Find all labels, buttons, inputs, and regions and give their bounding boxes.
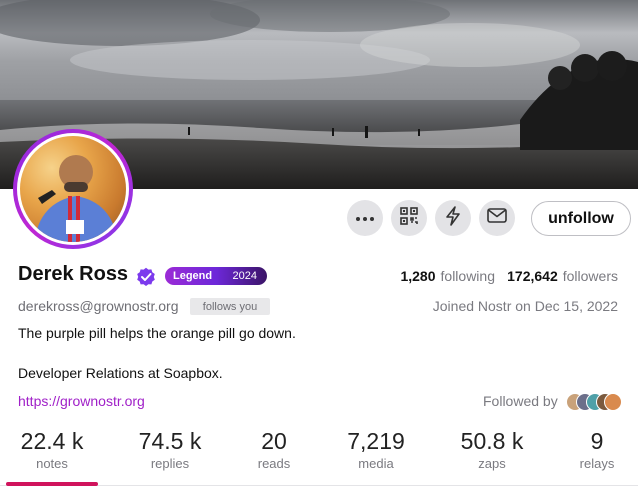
following-number: 1,280 [400, 268, 436, 284]
profile-name: Derek Ross [18, 263, 129, 285]
lightning-icon [445, 205, 461, 231]
legend-badge-year: 2024 [232, 270, 257, 282]
tab-zaps[interactable]: 50.8 k zaps [447, 428, 537, 471]
stat-value: 50.8 k [460, 428, 524, 454]
tab-notes[interactable]: 22.4 k notes [7, 428, 97, 471]
stat-label: replies [150, 456, 190, 471]
nip05-address: derekross@grownostr.org [18, 298, 179, 314]
message-button[interactable] [479, 200, 515, 236]
zap-button[interactable] [435, 200, 471, 236]
followers-number: 172,642 [507, 268, 558, 284]
stat-label: media [358, 456, 394, 471]
active-tab-indicator [6, 482, 98, 486]
tab-reads[interactable]: 20 reads [229, 428, 319, 471]
stat-value: 22.4 k [20, 428, 84, 454]
tab-media[interactable]: 7,219 media [331, 428, 421, 471]
avatar-frame [17, 133, 129, 245]
bio-line-1: The purple pill helps the orange pill go… [18, 325, 296, 341]
stat-value: 7,219 [347, 428, 405, 454]
stat-label: relays [579, 456, 615, 471]
legend-badge-label: Legend [173, 270, 213, 282]
followers-label: followers [562, 268, 618, 284]
avatar-image [20, 136, 126, 242]
joined-date: Joined Nostr on Dec 15, 2022 [432, 298, 618, 314]
stat-label: notes [36, 456, 68, 471]
qr-code-button[interactable] [391, 200, 427, 236]
following-label: following [440, 268, 495, 284]
profile-stats-tabs: 22.4 k notes 74.5 k replies 20 reads 7,2… [0, 428, 638, 484]
stat-value: 20 [261, 428, 287, 454]
stat-value: 9 [590, 428, 604, 454]
mutual-avatar [604, 393, 622, 411]
tab-relays[interactable]: 9 relays [552, 428, 638, 471]
bio-line-2: Developer Relations at Soapbox. [18, 365, 223, 381]
tab-replies[interactable]: 74.5 k replies [125, 428, 215, 471]
legend-badge[interactable]: Legend 2024 [165, 267, 267, 285]
more-button[interactable] [347, 200, 383, 236]
followed-by-label[interactable]: Followed by [483, 393, 558, 409]
followed-by-avatars[interactable] [566, 393, 622, 411]
ellipsis-icon [355, 209, 375, 227]
profile-avatar[interactable] [13, 129, 133, 249]
followers-count[interactable]: 172,642 followers [507, 268, 618, 284]
website-link[interactable]: https://grownostr.org [18, 393, 145, 409]
verified-badge-icon [136, 267, 156, 287]
stat-value: 74.5 k [138, 428, 202, 454]
follows-you-badge: follows you [190, 298, 270, 315]
qr-code-icon [400, 206, 418, 230]
stat-label: zaps [478, 456, 506, 471]
envelope-icon [487, 208, 507, 228]
following-count[interactable]: 1,280 following [400, 268, 495, 284]
stat-label: reads [257, 456, 291, 471]
unfollow-button[interactable]: unfollow [531, 201, 631, 236]
